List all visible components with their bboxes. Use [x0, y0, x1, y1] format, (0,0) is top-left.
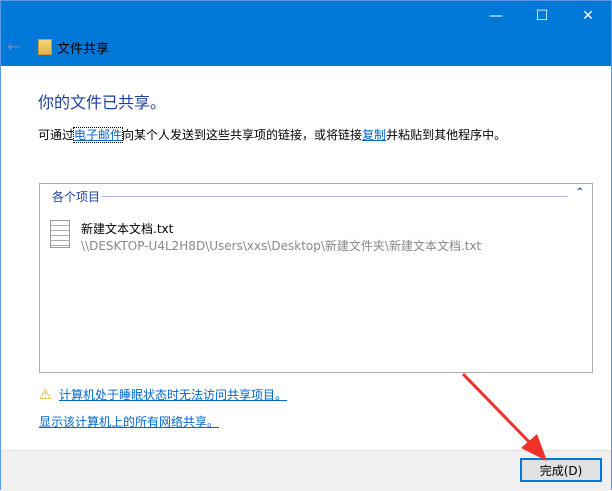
close-button[interactable]: ✕	[565, 1, 611, 31]
email-link[interactable]: 电子邮件	[73, 127, 124, 143]
desc-text: 向某个人发送到这些共享项的链接，或将链接	[122, 128, 363, 142]
back-arrow-icon[interactable]: ←	[7, 37, 20, 56]
sleep-warning-link[interactable]: 计算机处于睡眠状态时无法访问共享项目。	[59, 386, 287, 403]
sleep-warning: ⚠ 计算机处于睡眠状态时无法访问共享项目。	[39, 386, 287, 403]
desc-text: 可通过	[38, 128, 75, 142]
text-file-icon	[50, 220, 70, 248]
show-all-shares-link[interactable]: 显示该计算机上的所有网络共享。	[39, 413, 219, 430]
minimize-button[interactable]: —	[473, 1, 519, 31]
collapse-chevron-icon[interactable]: ⌃	[576, 187, 584, 198]
desc-text: 并粘贴到其他程序中。	[386, 128, 507, 142]
maximize-button[interactable]: ☐	[519, 1, 565, 31]
description: 可通过电子邮件向某个人发送到这些共享项的链接，或将链接复制并粘贴到其他程序中。	[38, 126, 506, 143]
title-bar: — ☐ ✕ ← 文件共享	[1, 1, 611, 66]
copy-link[interactable]: 复制	[362, 128, 386, 142]
warning-icon: ⚠	[39, 386, 52, 403]
file-name[interactable]: 新建文本文档.txt	[81, 220, 173, 237]
window-title: 文件共享	[57, 42, 110, 57]
file-path: \\DESKTOP-U4L2H8D\Users\xxs\Desktop\新建文件…	[81, 239, 482, 253]
page-title: 你的文件已共享。	[38, 93, 167, 112]
done-button[interactable]: 完成(D)	[520, 458, 602, 482]
shared-items-list[interactable]: 各个项目 ⌃ 新建文本文档.txt \\DESKTOP-U4L2H8D\User…	[39, 183, 593, 373]
group-divider	[102, 196, 568, 197]
sharing-users-icon	[38, 39, 52, 55]
group-header: 各个项目	[52, 190, 101, 204]
